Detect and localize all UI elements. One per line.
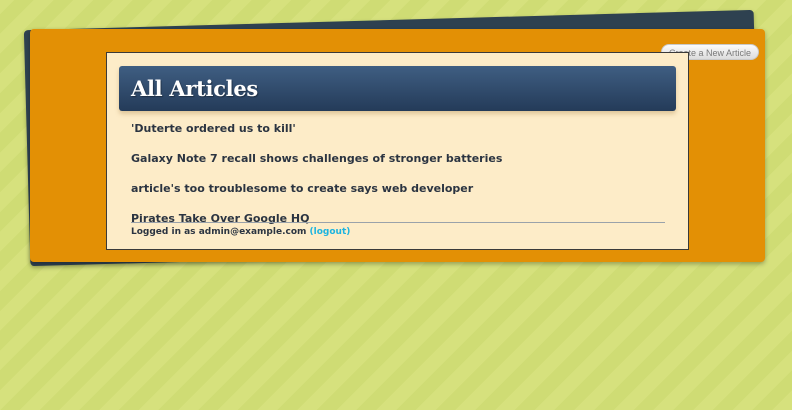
list-item: Galaxy Note 7 recall shows challenges of… (131, 149, 502, 179)
article-link[interactable]: Galaxy Note 7 recall shows challenges of… (131, 152, 502, 165)
header-bar: All Articles (119, 66, 676, 111)
divider (131, 222, 665, 223)
content-panel: All Articles 'Duterte ordered us to kill… (106, 52, 689, 250)
article-list: 'Duterte ordered us to kill' Galaxy Note… (131, 119, 502, 239)
login-status: Logged in as admin@example.com (logout) (131, 227, 350, 237)
article-link[interactable]: Pirates Take Over Google HQ (131, 212, 309, 225)
list-item: 'Duterte ordered us to kill' (131, 119, 502, 149)
logged-in-label: Logged in as (131, 227, 196, 237)
list-item: article's too troublesome to create says… (131, 179, 502, 209)
article-link[interactable]: 'Duterte ordered us to kill' (131, 122, 296, 135)
article-link[interactable]: article's too troublesome to create says… (131, 182, 473, 195)
logout-link[interactable]: (logout) (310, 227, 351, 237)
page-title: All Articles (131, 76, 258, 101)
user-email: admin@example.com (198, 227, 307, 237)
